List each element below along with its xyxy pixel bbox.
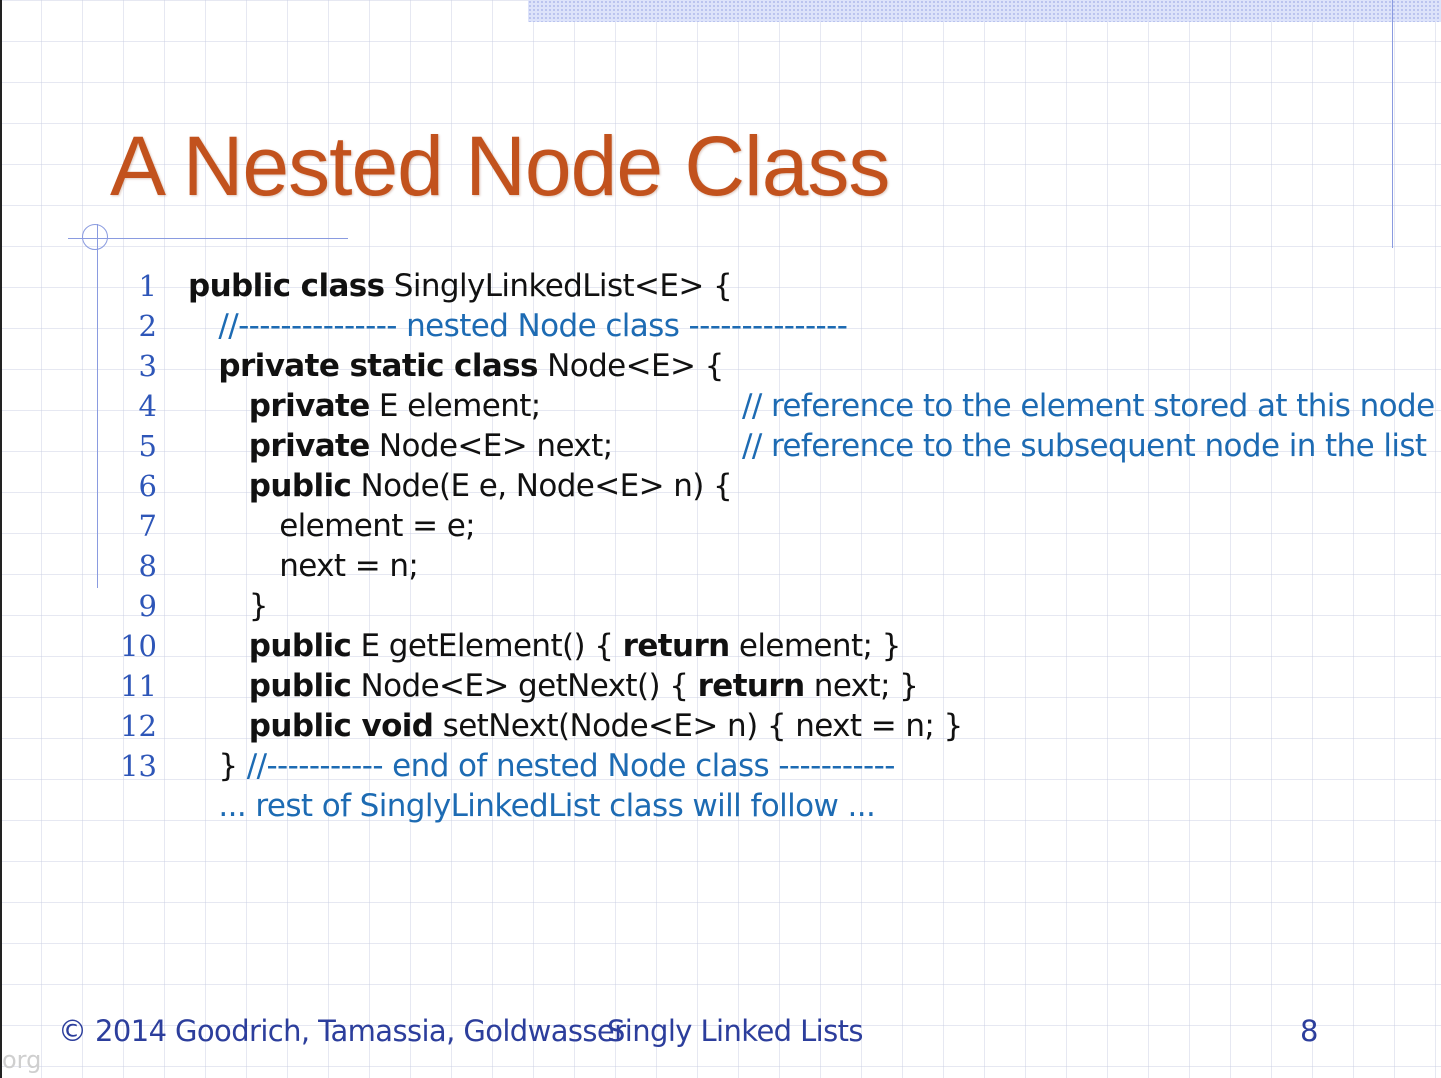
inline-comment: // reference to the element stored at th… (742, 388, 1435, 424)
crosshair-ornament (82, 224, 108, 250)
line-number: 7 (138, 509, 157, 543)
code-fragment: element = e; (279, 508, 476, 544)
line-number: 12 (120, 709, 157, 743)
keyword: public (248, 468, 352, 504)
inline-comment: // reference to the subsequent node in t… (742, 428, 1427, 464)
code-fragment: E getElement() { (351, 628, 623, 664)
code-fragment: next = n; (279, 548, 419, 584)
code-line: 9} (0, 586, 1441, 626)
code-fragment: next; } (804, 668, 919, 704)
code-fragment: Node<E> getNext() { (351, 668, 698, 704)
code-text: } //----------- end of nested Node class… (218, 746, 896, 786)
code-line: 1 public class SinglyLinkedList<E> { (0, 266, 1441, 306)
keyword: private (248, 388, 370, 424)
code-text: public class SinglyLinkedList<E> { (188, 266, 733, 306)
line-number: 2 (138, 309, 157, 343)
code-fragment: E element; (369, 388, 541, 424)
code-line: 5 private Node<E> next; // reference to th… (0, 426, 1441, 466)
slide-number: 8 (1300, 1014, 1318, 1048)
line-number: 8 (138, 549, 157, 583)
keyword: public (248, 668, 352, 704)
code-text: next = n; (279, 546, 419, 586)
code-line: 3 private static class Node<E> { (0, 346, 1441, 386)
line-number: 11 (120, 669, 157, 703)
code-text: public Node(E e, Node<E> n) { (248, 466, 733, 506)
code-comment: //----------- end of nested Node class -… (246, 748, 896, 784)
footer-topic: Singly Linked Lists (607, 1014, 864, 1048)
line-number: 9 (138, 589, 157, 623)
code-line: 4 private E element; // reference to the e… (0, 386, 1441, 426)
code-line: 10 public E getElement() { return element… (0, 626, 1441, 666)
code-fragment: element; } (729, 628, 901, 664)
line-number: 10 (120, 629, 157, 663)
code-text: private Node<E> next; (249, 426, 613, 466)
footer-copyright: © 2014 Goodrich, Tamassia, Goldwasser (58, 1014, 626, 1048)
keyword: private static class (218, 348, 538, 384)
code-text: } (248, 586, 269, 626)
code-text: public Node<E> getNext() { return next; … (249, 666, 919, 706)
code-fragment: Node<E> next; (369, 428, 613, 464)
code-text: private static class Node<E> { (218, 346, 724, 386)
slide-title: A Nested Node Class (110, 119, 890, 213)
title-underline (68, 238, 348, 239)
code-line: 13} //----------- end of nested Node cla… (0, 746, 1441, 786)
keyword: public class (188, 268, 385, 304)
code-line: 6 public Node(E e, Node<E> n) { (0, 466, 1441, 506)
code-text: public void setNext(Node<E> n) { next = … (249, 706, 963, 746)
keyword: public void (248, 708, 434, 744)
code-line: 2 //--------------- nested Node class ---… (0, 306, 1441, 346)
code-line: 7 element = e; (0, 506, 1441, 546)
code-line: ... rest of SinglyLinkedList class will … (0, 786, 1441, 826)
code-text: element = e; (279, 506, 475, 546)
code-comment: //--------------- nested Node class ----… (218, 308, 848, 344)
code-fragment: SinglyLinkedList<E> { (384, 268, 733, 304)
watermark: org (2, 1046, 42, 1074)
code-text: private E element; (249, 386, 541, 426)
code-line: 8 next = n; (0, 546, 1441, 586)
keyword: return (622, 628, 731, 664)
code-fragment: } (248, 588, 269, 624)
code-fragment: setNext(Node<E> n) { next = n; } (433, 708, 964, 744)
keyword: return (697, 668, 806, 704)
code-fragment: Node(E e, Node<E> n) { (351, 468, 733, 504)
top-decorative-band (528, 0, 1441, 22)
code-text: ... rest of SinglyLinkedList class will … (218, 786, 875, 826)
code-comment: ... rest of SinglyLinkedList class will … (218, 788, 876, 824)
code-text: //--------------- nested Node class ----… (218, 306, 848, 346)
code-fragment: } (218, 748, 247, 784)
decorative-vertical-line (1392, 0, 1393, 248)
line-number: 4 (138, 389, 157, 423)
code-line: 12 public void setNext(Node<E> n) { next … (0, 706, 1441, 746)
line-number: 1 (138, 269, 157, 303)
line-number: 13 (120, 749, 157, 783)
code-fragment: Node<E> { (537, 348, 724, 384)
line-number: 3 (138, 349, 157, 383)
keyword: public (248, 628, 352, 664)
code-line: 11 public Node<E> getNext() { return next… (0, 666, 1441, 706)
line-number: 5 (138, 429, 157, 463)
line-number: 6 (138, 469, 157, 503)
code-text: public E getElement() { return element; … (248, 626, 902, 666)
keyword: private (248, 428, 370, 464)
